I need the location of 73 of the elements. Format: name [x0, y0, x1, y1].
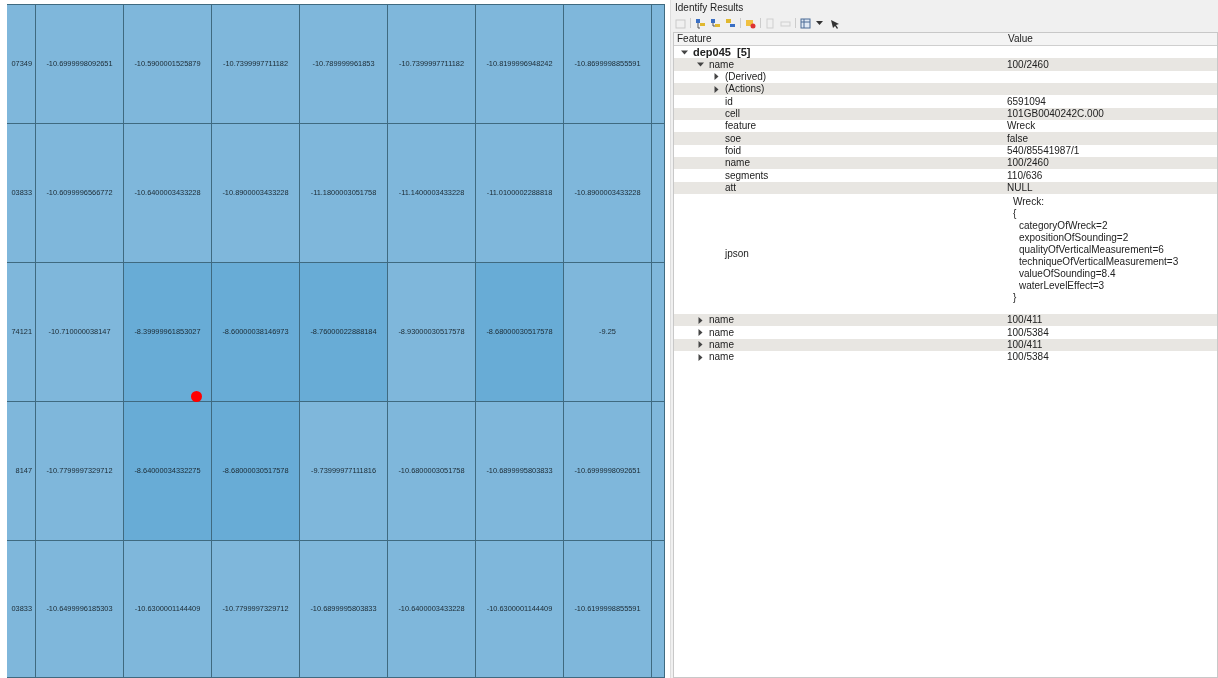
panel-title: Identify Results [674, 1, 745, 14]
expand-tree-icon[interactable] [695, 17, 706, 29]
highlight-icon[interactable] [745, 17, 756, 29]
tree-row[interactable]: jpson Wreck: { categoryOfWreck=2 expositionOfSounding=2 qualityOfVerticalMeasurement=6 techniqueOfVerticalMeasurement=3 valueOfSounding=8.4 waterLevelEffect=3 } [674, 194, 1217, 315]
value-text: 6591094 [1006, 95, 1047, 108]
tree-row[interactable]: name 100/411 [674, 314, 1217, 327]
json-line: Wreck: [1013, 196, 1045, 209]
collapse-tree-icon[interactable] [710, 17, 721, 29]
tree-row[interactable]: att NULL [674, 181, 1217, 195]
feature-label: name [709, 351, 734, 364]
feature-label: (Actions) [725, 83, 765, 96]
tree-row[interactable]: cell 101GB0040242C.000 [674, 107, 1217, 121]
feature-label: name [709, 314, 734, 327]
feature-label: jpson [725, 248, 749, 261]
tree-row[interactable]: segments 110/636 [674, 169, 1217, 182]
tree-row[interactable]: dep045 [5] [674, 46, 1217, 59]
value-text: 100/411 [1006, 314, 1044, 327]
tree-icon[interactable] [725, 17, 736, 29]
location-marker-icon [191, 391, 202, 402]
value-text: 540/85541987/1 [1006, 144, 1081, 157]
tree-row[interactable]: name 100/5384 [674, 326, 1217, 339]
feature-label: (Derived) [725, 70, 767, 83]
value-text: 100/5384 [1006, 326, 1050, 339]
json-line: } [1013, 292, 1018, 305]
feature-label: foid [725, 144, 742, 157]
json-line: { [1013, 208, 1018, 221]
expand-arrow-icon[interactable] [697, 329, 704, 337]
feature-label: name [709, 58, 734, 71]
expand-arrow-icon[interactable] [697, 341, 704, 349]
value-text: 110/636 [1006, 169, 1044, 182]
feature-label: dep045 [5] [693, 46, 751, 59]
expand-arrow-icon[interactable] [697, 353, 704, 361]
tree-row[interactable]: name 100/411 [674, 338, 1217, 352]
collapse-arrow-icon[interactable] [681, 48, 688, 56]
value-text: 101GB0040242C.000 [1006, 107, 1105, 120]
feature-label: cell [725, 107, 740, 120]
column-header[interactable]: Feature [674, 33, 1005, 45]
value-text: 100/5384 [1006, 351, 1050, 364]
feature-label: feature [725, 120, 757, 133]
expand-arrow-icon[interactable] [697, 316, 704, 324]
json-line: waterLevelEffect=3 [1018, 280, 1106, 293]
expand-arrow-icon[interactable] [713, 85, 720, 93]
tree-row[interactable]: soe false [674, 132, 1217, 145]
feature-label: att [725, 181, 737, 194]
tree-row[interactable]: name 100/2460 [674, 157, 1217, 170]
tree-row[interactable]: id 6591094 [674, 95, 1217, 108]
pointer-cursor-icon[interactable] [830, 17, 841, 29]
feature-label: name [709, 339, 734, 351]
value-text: NULL [1006, 181, 1034, 194]
tree-row[interactable]: feature Wreck [674, 120, 1217, 133]
column-header[interactable]: Value [1005, 33, 1217, 45]
json-line: categoryOfWreck=2 [1018, 220, 1109, 233]
json-line: expositionOfSounding=2 [1018, 232, 1130, 245]
collapse-arrow-icon[interactable] [697, 61, 704, 68]
value-text: 100/2460 [1006, 157, 1050, 170]
tree-row[interactable]: name 100/5384 [674, 351, 1217, 364]
expand-arrow-icon[interactable] [713, 73, 720, 81]
tree-row[interactable]: foid 540/85541987/1 [674, 144, 1217, 158]
feature-label: name [709, 326, 734, 339]
value-text: 100/2460 [1006, 58, 1050, 71]
value-text: false [1006, 132, 1030, 145]
tree-row[interactable]: (Actions) [674, 83, 1217, 96]
value-text: Wreck [1006, 120, 1037, 133]
tree-row[interactable]: (Derived) [674, 70, 1217, 84]
feature-label: id [725, 95, 733, 108]
json-line: qualityOfVerticalMeasurement=6 [1018, 244, 1165, 257]
json-line: techniqueOfVerticalMeasurement=3 [1018, 256, 1180, 269]
feature-label: soe [725, 132, 742, 145]
tree-row[interactable]: name 100/2460 [674, 58, 1217, 71]
json-line: valueOfSounding=8.4 [1018, 268, 1117, 281]
feature-label: name [725, 157, 750, 170]
feature-label: segments [725, 169, 769, 182]
value-text: 100/411 [1006, 339, 1044, 351]
